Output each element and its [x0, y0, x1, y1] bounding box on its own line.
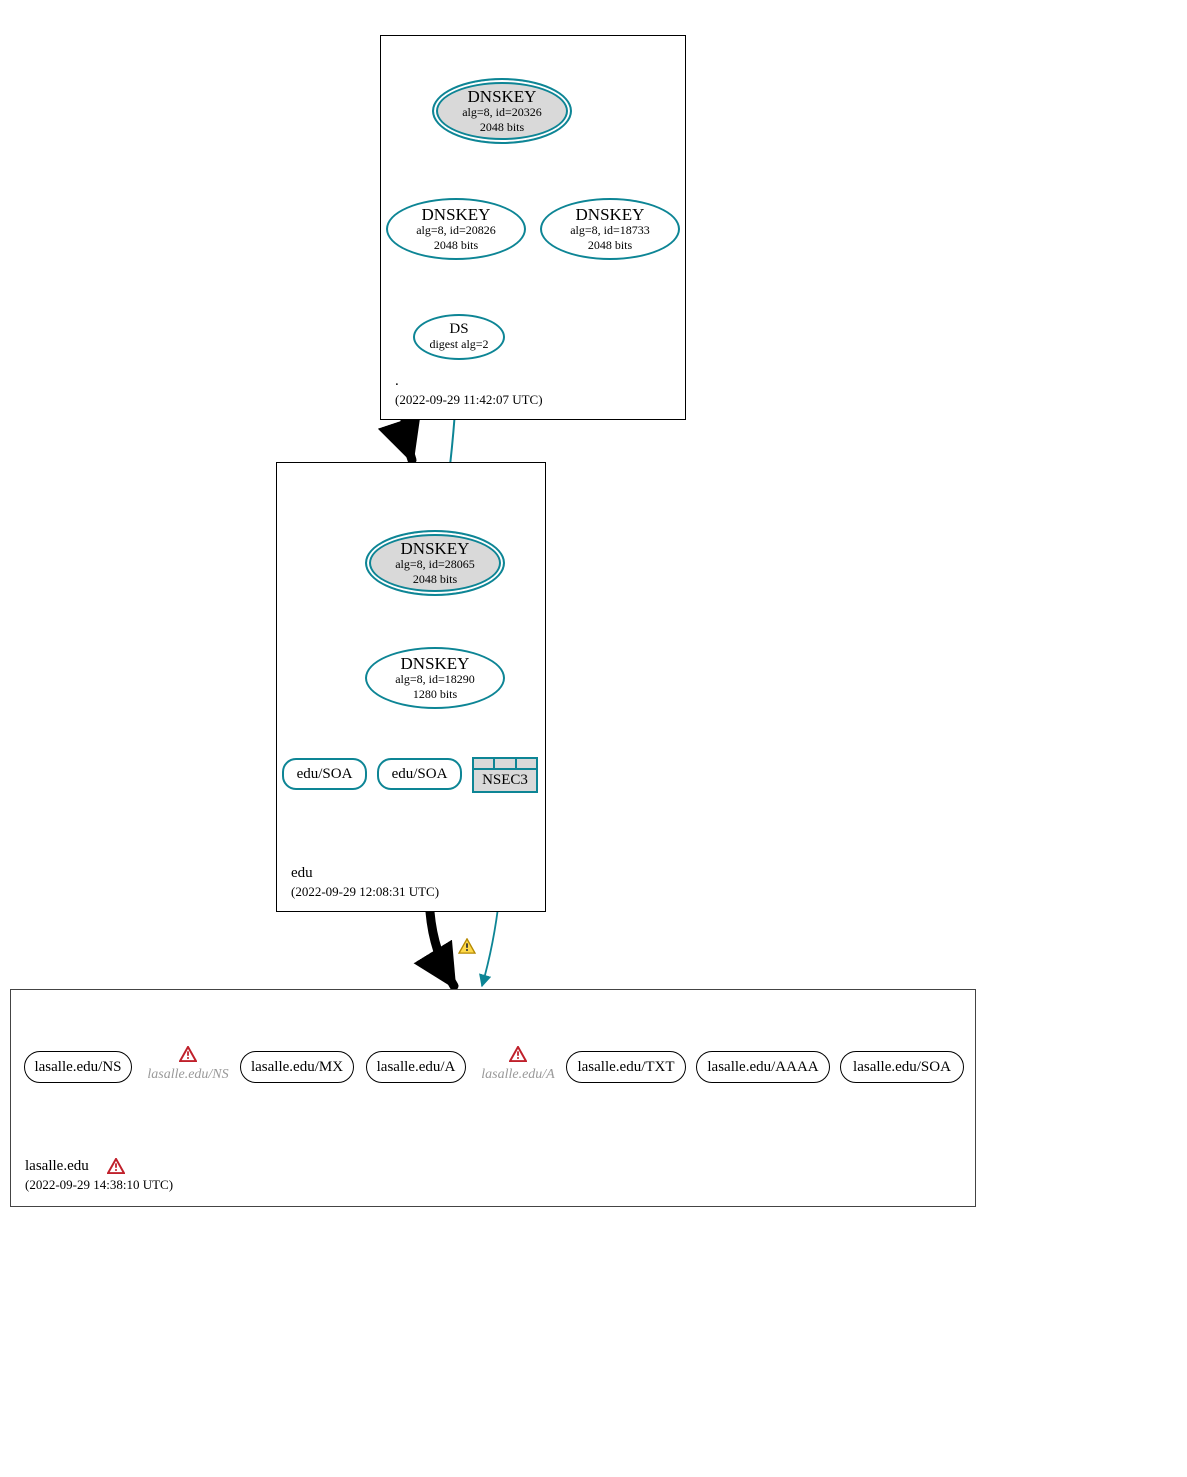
rrset-ns[interactable]: lasalle.edu/NS: [24, 1051, 132, 1083]
node-sub: alg=8, id=18733: [570, 224, 650, 238]
node-title: DNSKEY: [422, 206, 491, 223]
rrset-txt[interactable]: lasalle.edu/TXT: [566, 1051, 686, 1083]
zone-root-label: . (2022-09-29 11:42:07 UTC): [395, 371, 543, 409]
rrset-mx[interactable]: lasalle.edu/MX: [240, 1051, 354, 1083]
nsec3-tabs-icon: [474, 759, 536, 770]
node-sub: 2048 bits: [434, 239, 478, 253]
node-sub: alg=8, id=20326: [462, 106, 542, 120]
rrset-label: lasalle.edu/TXT: [577, 1059, 674, 1076]
node-sub: 2048 bits: [480, 121, 524, 135]
warning-icon: [179, 1046, 197, 1062]
rrset-ns-warn[interactable]: lasalle.edu/NS: [142, 1046, 234, 1083]
node-edu-nsec3[interactable]: NSEC3: [472, 757, 538, 793]
node-title: DNSKEY: [576, 206, 645, 223]
rrset-label: lasalle.edu/NS: [142, 1067, 234, 1083]
node-sub: 2048 bits: [413, 573, 457, 587]
warning-icon: [107, 1158, 125, 1174]
zone-root-name: .: [395, 371, 543, 391]
node-edu-ksk[interactable]: DNSKEY alg=8, id=28065 2048 bits: [365, 530, 505, 596]
node-root-ksk[interactable]: DNSKEY alg=8, id=20326 2048 bits: [432, 78, 572, 144]
node-sub: 1280 bits: [413, 688, 457, 702]
warning-icon: [509, 1046, 527, 1062]
zone-lasalle: lasalle.edu (2022-09-29 14:38:10 UTC): [10, 989, 976, 1207]
rrset-soa[interactable]: lasalle.edu/SOA: [840, 1051, 964, 1083]
rrset-label: lasalle.edu/A: [377, 1059, 456, 1076]
zone-edu-name: edu: [291, 863, 439, 883]
rrset-aaaa[interactable]: lasalle.edu/AAAA: [696, 1051, 830, 1083]
node-edu-zsk[interactable]: DNSKEY alg=8, id=18290 1280 bits: [365, 647, 505, 709]
node-sub: 2048 bits: [588, 239, 632, 253]
node-root-zsk2[interactable]: DNSKEY alg=8, id=18733 2048 bits: [540, 198, 680, 260]
node-edu-soa2[interactable]: edu/SOA: [377, 758, 462, 790]
node-root-ds[interactable]: DS digest alg=2: [413, 314, 505, 360]
node-sub: alg=8, id=18290: [395, 673, 475, 687]
node-title: DNSKEY: [468, 88, 537, 105]
rrset-a[interactable]: lasalle.edu/A: [366, 1051, 466, 1083]
node-root-zsk1[interactable]: DNSKEY alg=8, id=20826 2048 bits: [386, 198, 526, 260]
zone-lasalle-label: lasalle.edu (2022-09-29 14:38:10 UTC): [25, 1156, 173, 1194]
node-title: DNSKEY: [401, 540, 470, 557]
rrset-label: lasalle.edu/SOA: [853, 1059, 951, 1076]
node-sub: alg=8, id=28065: [395, 558, 475, 572]
node-sub: digest alg=2: [429, 338, 488, 352]
node-label: edu/SOA: [297, 766, 353, 783]
node-label: edu/SOA: [392, 766, 448, 783]
rrset-label: lasalle.edu/AAAA: [707, 1059, 818, 1076]
zone-edu-label: edu (2022-09-29 12:08:31 UTC): [291, 863, 439, 901]
rrset-a-warn[interactable]: lasalle.edu/A: [476, 1046, 560, 1083]
warning-icon: [458, 938, 476, 954]
zone-lasalle-name: lasalle.edu: [25, 1156, 89, 1176]
node-title: DS: [449, 322, 468, 337]
node-edu-soa1[interactable]: edu/SOA: [282, 758, 367, 790]
node-title: DNSKEY: [401, 655, 470, 672]
zone-root-timestamp: (2022-09-29 11:42:07 UTC): [395, 391, 543, 409]
node-label: NSEC3: [474, 770, 536, 792]
node-sub: alg=8, id=20826: [416, 224, 496, 238]
rrset-label: lasalle.edu/NS: [34, 1059, 121, 1076]
zone-lasalle-timestamp: (2022-09-29 14:38:10 UTC): [25, 1176, 173, 1194]
rrset-label: lasalle.edu/MX: [251, 1059, 343, 1076]
zone-edu-timestamp: (2022-09-29 12:08:31 UTC): [291, 883, 439, 901]
rrset-label: lasalle.edu/A: [476, 1067, 560, 1083]
